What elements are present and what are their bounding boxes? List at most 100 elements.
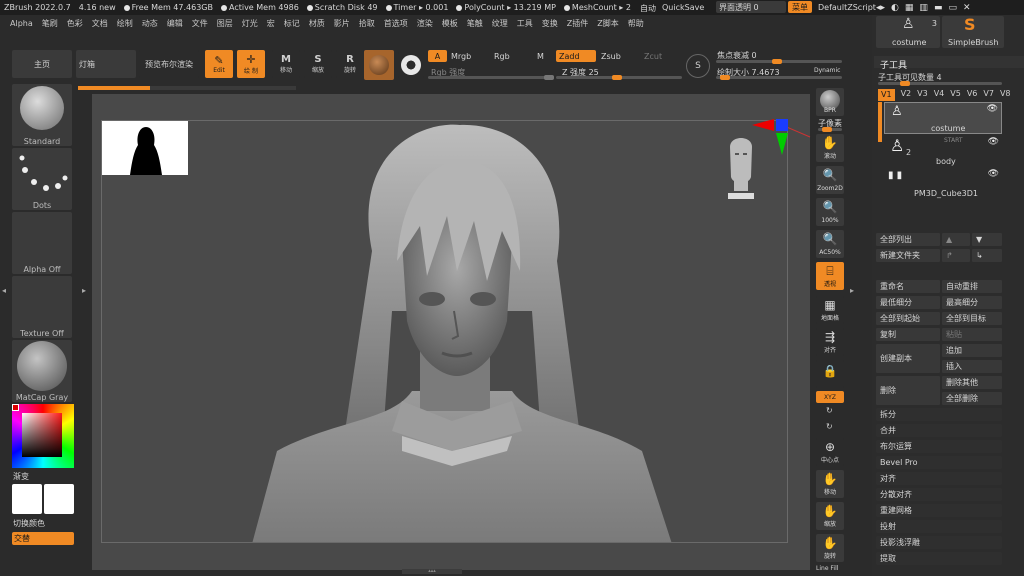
menu-render[interactable]: 渲染 [417, 18, 433, 29]
menu-picker[interactable]: 拾取 [359, 18, 375, 29]
stroke-slot[interactable]: Dots [12, 148, 72, 210]
menu-layer[interactable]: 图层 [217, 18, 233, 29]
zcut-toggle[interactable]: Zcut [644, 52, 662, 61]
duplicate-button[interactable]: 创建副本 [876, 344, 940, 373]
slider-thumb[interactable] [822, 127, 832, 132]
floor-grid-button[interactable]: ▦ 地面格 [816, 296, 844, 324]
subtool-header[interactable]: 子工具 [874, 56, 1024, 71]
axis-gizmo[interactable] [752, 115, 812, 165]
visible-count-slider[interactable] [878, 81, 1002, 86]
section-project-bas-relief[interactable]: 投影浅浮雕 [876, 536, 1002, 549]
bottom-tray-toggle-icon[interactable]: ▴▴▴ [402, 569, 462, 574]
section-project[interactable]: 投射 [876, 520, 1002, 533]
menu-macro[interactable]: 宏 [267, 18, 275, 29]
preview-bool-button[interactable]: 预览布尔渲染 [139, 50, 199, 78]
rotate-y-icon[interactable]: ↻ [826, 406, 833, 415]
edit-button[interactable]: ✎ Edit [205, 50, 233, 78]
menu-document[interactable]: 文档 [92, 18, 108, 29]
zadd-toggle[interactable]: Zadd [556, 50, 596, 62]
menu-material[interactable]: 材质 [309, 18, 325, 29]
z-intensity-slider[interactable] [556, 75, 682, 80]
move-button[interactable]: M 移动 [272, 50, 300, 78]
scale-button[interactable]: S 缩放 [304, 50, 332, 78]
center-point-button[interactable]: ⊕ 中心点 [816, 438, 844, 466]
actual-size-button[interactable]: 🔍 100% [816, 198, 844, 226]
menu-stencil[interactable]: 模板 [442, 18, 458, 29]
menu-color[interactable]: 色彩 [67, 18, 83, 29]
dynamic-toggle[interactable]: Dynamic [814, 67, 840, 74]
slider-thumb[interactable] [612, 75, 622, 80]
left-dock-toggle-icon[interactable]: ▸ [82, 286, 88, 308]
rotate-view-button[interactable]: ✋ 旋转 [816, 534, 844, 562]
section-align[interactable]: 对齐 [876, 472, 1002, 485]
simplebrush-slot[interactable]: S SimpleBrush [942, 15, 1004, 48]
character-bust-model[interactable] [102, 121, 788, 543]
highest-subdiv-button[interactable]: 最高细分 [942, 296, 1002, 309]
menu-zplugin[interactable]: Z插件 [567, 18, 588, 29]
perspective-button[interactable]: ⌸ 透视 [816, 262, 844, 290]
spiral-button[interactable] [398, 52, 424, 78]
slider-thumb[interactable] [720, 75, 730, 80]
menu-alpha[interactable]: Alpha [10, 19, 33, 28]
menu-help[interactable]: 帮助 [628, 18, 644, 29]
section-boolean[interactable]: 布尔运算 [876, 440, 1002, 453]
move-up-icon[interactable]: ▲ [942, 233, 970, 246]
section-split[interactable]: 拆分 [876, 408, 1002, 421]
all-to-target-button[interactable]: 全部到目标 [942, 312, 1002, 325]
minimize-icon[interactable]: ▬ [934, 3, 943, 13]
menu-movie[interactable]: 影片 [334, 18, 350, 29]
section-distribute[interactable]: 分散对齐 [876, 488, 1002, 501]
menu-button[interactable]: 菜单 [788, 1, 812, 13]
visibility-eye-icon[interactable]: 👁 [987, 104, 998, 114]
slider-thumb[interactable] [544, 75, 554, 80]
material-slot[interactable]: MatCap Gray [12, 340, 72, 402]
snap-button[interactable]: ⇶ 对齐 [816, 328, 844, 356]
menu-file[interactable]: 文件 [192, 18, 208, 29]
move-down-icon[interactable]: ▼ [972, 233, 1002, 246]
menu-draw[interactable]: 绘制 [117, 18, 133, 29]
rotate-button[interactable]: R 旋转 [336, 50, 364, 78]
rotate-z-icon[interactable]: ↻ [826, 422, 833, 431]
subtool-item-cube[interactable]: ▮ ▮ 👁 PM3D_Cube3D1 [884, 168, 1002, 200]
lowest-subdiv-button[interactable]: 最低细分 [876, 296, 940, 309]
current-tool-slot[interactable]: ♙ 3 costume [876, 16, 940, 48]
tab-v8[interactable]: V8 [1000, 89, 1011, 101]
brush-slot[interactable]: Standard [12, 84, 72, 146]
lock-button[interactable]: 🔒 [816, 360, 844, 388]
m-toggle[interactable]: M [537, 52, 544, 61]
section-merge[interactable]: 合并 [876, 424, 1002, 437]
menu-light[interactable]: 灯光 [242, 18, 258, 29]
section-extract[interactable]: 提取 [876, 552, 1002, 565]
auto-toggle[interactable]: 自动 [640, 3, 656, 14]
menu-preferences[interactable]: 首选项 [384, 18, 408, 29]
saturation-square[interactable] [22, 413, 62, 457]
append-button[interactable]: 追加 [942, 344, 1002, 357]
close-icon[interactable]: ✕ [963, 3, 971, 13]
delete-other-button[interactable]: 删除其他 [942, 376, 1002, 389]
menu-dynamics[interactable]: 动态 [142, 18, 158, 29]
tab-v2[interactable]: V2 [901, 89, 912, 101]
layout-icon[interactable]: ◂▸ [876, 3, 885, 13]
visibility-eye-icon[interactable]: 👁 [988, 169, 999, 179]
menu-stroke[interactable]: 笔触 [467, 18, 483, 29]
quicksave-button[interactable]: QuickSave [662, 3, 704, 12]
tab-v1[interactable]: V1 [878, 89, 895, 101]
zsub-toggle[interactable]: Zsub [601, 52, 621, 61]
menu-brush[interactable]: 笔刷 [42, 18, 58, 29]
new-folder-button[interactable]: 新建文件夹 [876, 249, 940, 262]
scroll-button[interactable]: ✋ 滚动 [816, 134, 844, 162]
paste-button[interactable]: 粘贴 [942, 328, 1002, 341]
rgb-intensity-slider[interactable] [428, 75, 554, 80]
grid-icon[interactable]: ▥ [919, 3, 928, 13]
tab-v4[interactable]: V4 [934, 89, 945, 101]
secondary-color-swatch[interactable] [44, 484, 74, 514]
tab-v7[interactable]: V7 [983, 89, 994, 101]
switch-color-button[interactable]: 切换颜色 [13, 518, 45, 529]
slider-thumb[interactable] [900, 81, 910, 86]
section-remesh[interactable]: 重建网格 [876, 504, 1002, 517]
visibility-eye-icon[interactable]: 👁 [988, 137, 999, 147]
all-to-start-button[interactable]: 全部到起始 [876, 312, 940, 325]
tab-v6[interactable]: V6 [967, 89, 978, 101]
alternate-button[interactable]: 交替 [12, 532, 74, 545]
a-toggle[interactable]: A [428, 50, 447, 62]
